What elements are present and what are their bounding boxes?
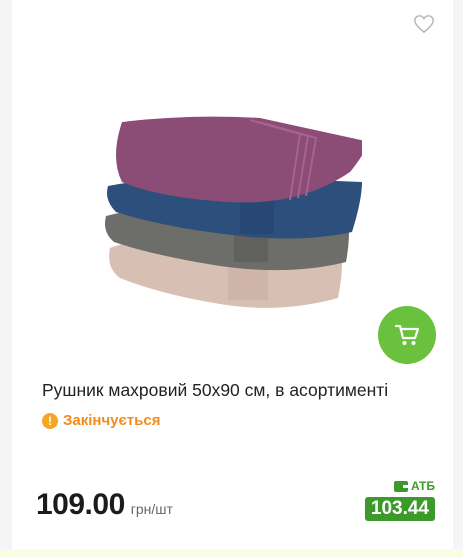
atb-label: АТБ [393,478,435,494]
price-unit: грн/шт [130,501,173,517]
favorite-button[interactable] [413,14,435,34]
cart-icon [394,324,420,345]
exclamation-icon: ! [42,412,58,429]
towel-stack-image [105,116,370,308]
product-image[interactable] [100,108,370,320]
atb-price-value: 103.44 [364,497,435,521]
heart-icon [414,15,434,34]
bottom-strip [0,549,463,557]
atb-price-block: АТБ 103.44 [355,478,435,521]
add-to-cart-button[interactable] [378,306,436,364]
price-value: 109.00 [36,488,125,521]
wallet-icon [393,481,408,492]
product-title[interactable]: Рушник махровий 50х90 см, в асортименті [42,379,442,401]
price-block: 109.00 грн/шт [36,488,173,522]
stock-status: ! Закінчується [42,412,160,429]
atb-label-text: АТБ [410,479,435,493]
stock-status-label: Закінчується [63,412,161,429]
product-card[interactable]: Рушник махровий 50х90 см, в асортименті … [12,0,453,549]
